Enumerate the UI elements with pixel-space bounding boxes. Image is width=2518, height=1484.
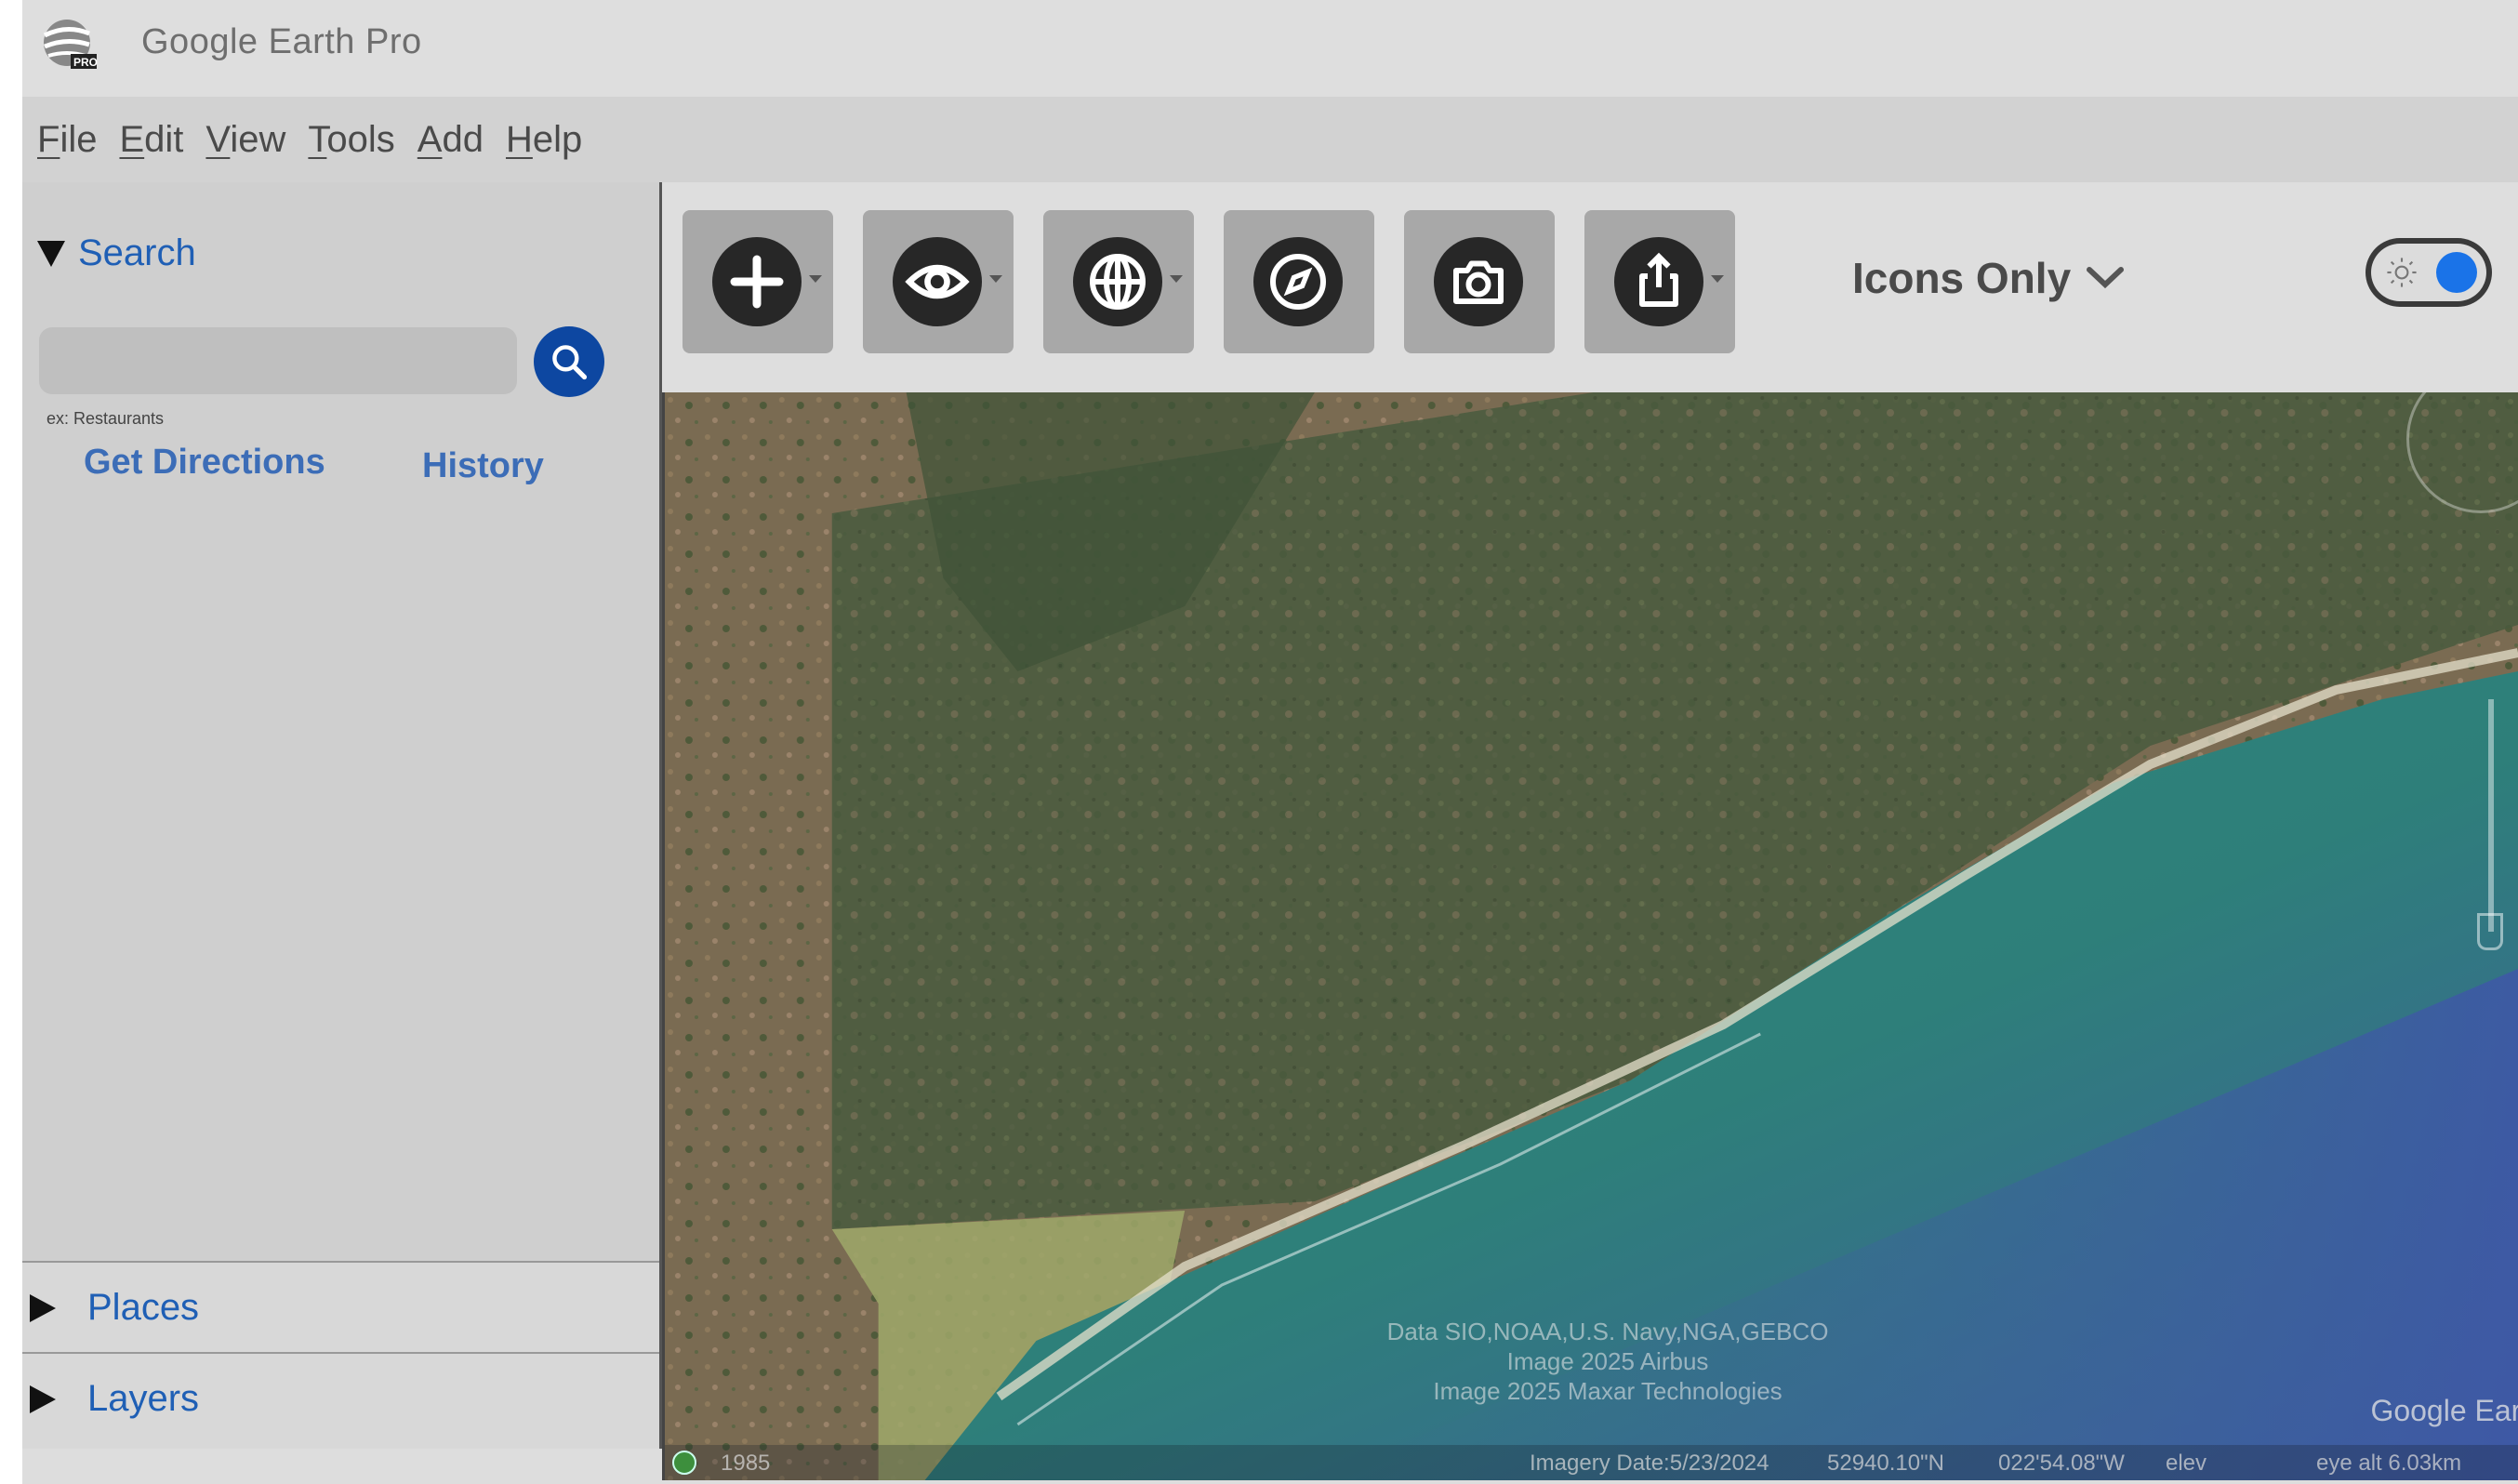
search-tabs: Get Directions History <box>22 435 659 515</box>
google-earth-watermark: Google Earth <box>2370 1394 2518 1427</box>
view-button[interactable] <box>863 210 1014 353</box>
tab-get-directions[interactable]: Get Directions <box>84 443 325 483</box>
expand-triangle-icon <box>30 1294 56 1322</box>
elevation: elev <box>2166 1451 2207 1476</box>
historical-year: 1985 <box>721 1451 771 1476</box>
menu-label: iew <box>230 118 286 160</box>
search-hint: ex: Restaurants <box>46 409 165 428</box>
google-earth-pro-logo: PRO <box>43 20 98 69</box>
eye-altitude: eye alt 6.03km <box>2316 1451 2462 1476</box>
svg-text:PRO: PRO <box>73 56 98 69</box>
menu-file[interactable]: File <box>37 119 97 161</box>
share-icon <box>1639 252 1678 307</box>
menu-label: dit <box>144 118 184 160</box>
share-button[interactable] <box>1584 210 1735 353</box>
camera-button-circle <box>1434 237 1523 326</box>
layers-label: Layers <box>87 1378 200 1419</box>
menu-add[interactable]: Add <box>417 119 484 161</box>
menu-view[interactable]: View <box>205 119 285 161</box>
view-mode-label: Icons Only <box>1852 254 2072 302</box>
attribution-maxar: Image 2025 Maxar Technologies <box>1433 1377 1782 1405</box>
menu-label: elp <box>532 118 583 160</box>
dropdown-caret-icon <box>989 275 1002 283</box>
map-view[interactable]: Data SIO,NOAA,U.S. Navy,NGA,GEBCO Image … <box>662 392 2518 1480</box>
sidebar: Search ex: Restaurants Get Directions Hi… <box>22 182 662 1449</box>
menu-tools[interactable]: Tools <box>308 119 394 161</box>
theme-toggle[interactable] <box>2366 238 2492 307</box>
search-icon <box>552 345 588 380</box>
imagery-date: Imagery Date:5/23/2024 <box>1530 1451 1769 1476</box>
zoom-slider[interactable] <box>2488 699 2494 932</box>
chevron-down-icon <box>2087 267 2125 289</box>
share-button-circle <box>1614 237 1703 326</box>
menu-edit[interactable]: Edit <box>119 119 183 161</box>
search-title: Search <box>78 232 196 273</box>
view-button-circle <box>893 237 982 326</box>
menu-label: ools <box>326 118 395 160</box>
globe-button[interactable] <box>1043 210 1194 353</box>
dropdown-caret-icon <box>809 275 822 283</box>
title-bar: PRO Google Earth Pro <box>22 0 2518 97</box>
menu-mnemonic: V <box>205 118 231 160</box>
menu-label: ile <box>60 118 98 160</box>
window-edge <box>0 0 22 1484</box>
search-section-header[interactable]: Search <box>37 232 196 274</box>
app-window: PRO Google Earth Pro File Edit View Tool… <box>0 0 2518 1484</box>
dropdown-caret-icon <box>1170 275 1183 283</box>
attribution-data: Data SIO,NOAA,U.S. Navy,NGA,GEBCO <box>1386 1318 1829 1345</box>
places-label: Places <box>87 1287 200 1328</box>
toggle-track <box>2371 244 2486 301</box>
toggle-knob <box>2436 252 2477 293</box>
latitude: 52940.10"N <box>1827 1451 1944 1476</box>
search-input[interactable] <box>39 327 517 394</box>
compass-button[interactable] <box>1224 210 1374 353</box>
sun-icon <box>2387 258 2417 287</box>
menu-mnemonic: H <box>505 118 533 160</box>
zoom-handle[interactable] <box>2477 913 2503 950</box>
add-button-circle <box>712 237 802 326</box>
dropdown-caret-icon <box>1711 275 1724 283</box>
menu-bar: File Edit View Tools Add Help <box>22 97 2518 182</box>
compass-button-circle <box>1253 237 1343 326</box>
add-button[interactable] <box>683 210 833 353</box>
menu-help[interactable]: Help <box>506 119 582 161</box>
eye-icon <box>905 264 970 299</box>
camera-button[interactable] <box>1404 210 1555 353</box>
compass-icon <box>1270 254 1326 310</box>
globe-button-circle <box>1073 237 1162 326</box>
window-title: Google Earth Pro <box>141 22 422 61</box>
expand-triangle-icon <box>30 1385 56 1413</box>
view-mode-dropdown[interactable]: Icons Only <box>1852 253 2125 303</box>
menu-mnemonic: E <box>119 118 145 160</box>
menu-mnemonic: T <box>308 118 327 160</box>
collapse-triangle-icon <box>37 240 65 267</box>
historical-imagery-icon[interactable] <box>672 1451 696 1475</box>
camera-icon <box>1453 260 1504 304</box>
places-panel-header[interactable]: Places <box>22 1261 659 1352</box>
menu-mnemonic: A <box>417 118 443 160</box>
menu-label: dd <box>442 118 484 160</box>
layers-panel-header[interactable]: Layers <box>22 1352 659 1449</box>
globe-icon <box>1090 254 1146 310</box>
search-button[interactable] <box>534 326 604 397</box>
tab-history[interactable]: History <box>422 446 544 486</box>
attribution-airbus: Image 2025 Airbus <box>1506 1347 1709 1375</box>
toolbar: Icons Only <box>662 182 2518 392</box>
add-icon <box>730 255 784 309</box>
menu-mnemonic: F <box>37 118 60 160</box>
longitude: 022'54.08"W <box>1998 1451 2125 1476</box>
map-status-bar: 1985 Imagery Date:5/23/2024 52940.10"N 0… <box>665 1445 2518 1480</box>
